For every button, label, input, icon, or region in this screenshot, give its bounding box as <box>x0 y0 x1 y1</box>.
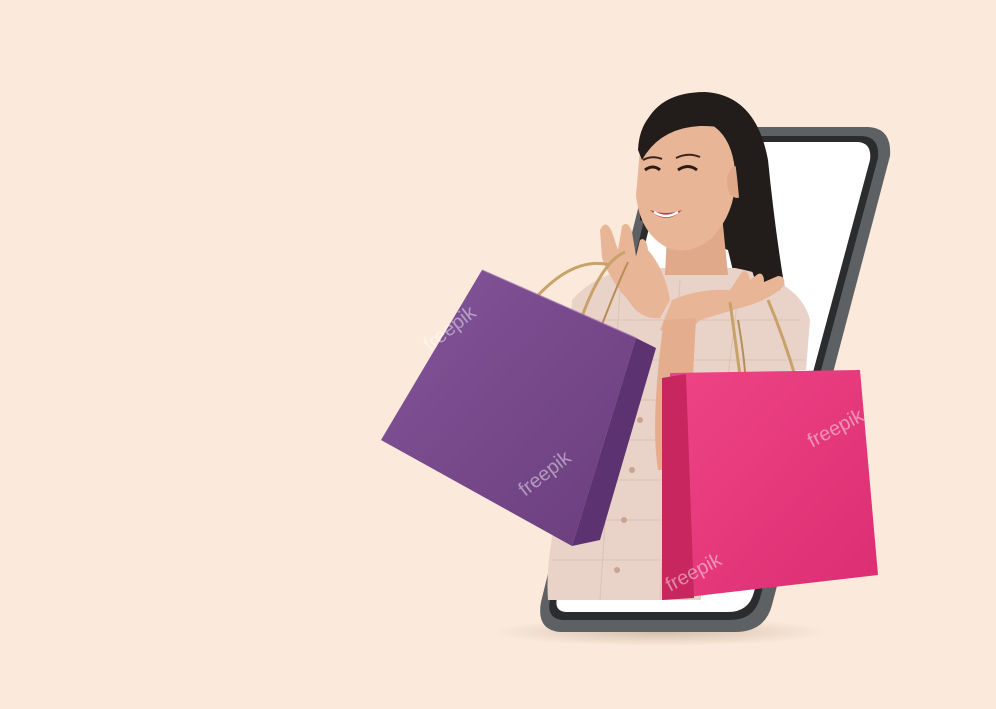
product-photo: freepik freepik freepik freepik <box>381 92 891 646</box>
